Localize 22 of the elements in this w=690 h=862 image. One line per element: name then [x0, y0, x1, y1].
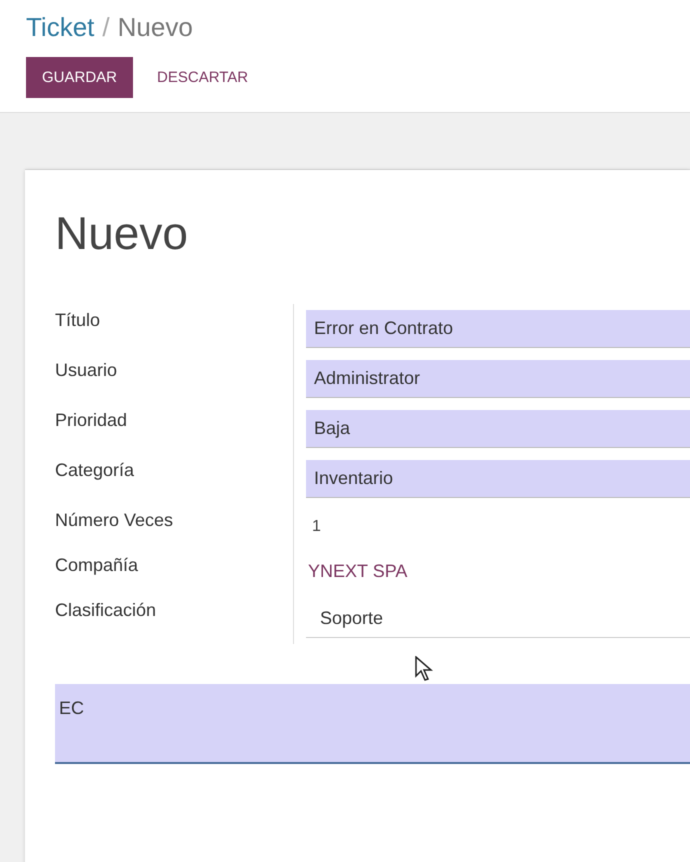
- input-field[interactable]: Baja: [306, 410, 690, 448]
- field-label: Número Veces: [55, 510, 174, 531]
- breadcrumb-separator: /: [102, 12, 110, 43]
- field-label: Prioridad: [55, 410, 128, 431]
- save-button[interactable]: GUARDAR: [26, 57, 134, 98]
- breadcrumb-current: Nuevo: [118, 12, 193, 43]
- input-field[interactable]: Inventario: [306, 460, 690, 498]
- mouse-pointer-icon: [415, 656, 433, 682]
- description-field[interactable]: EC: [55, 684, 690, 764]
- discard-button[interactable]: DESCARTAR: [141, 57, 264, 98]
- input-field[interactable]: Error en Contrato: [306, 310, 690, 348]
- field-label: Compañía: [55, 555, 138, 576]
- select-field[interactable]: Soporte: [306, 600, 690, 638]
- field-label: Categoría: [55, 460, 134, 481]
- field-label: Usuario: [55, 360, 118, 381]
- breadcrumb-link[interactable]: Ticket: [26, 12, 94, 43]
- input-field[interactable]: Administrator: [306, 360, 690, 398]
- form-title: Nuevo: [55, 206, 189, 260]
- field-value: 1: [311, 518, 321, 536]
- company-link[interactable]: YNEXT SPA: [306, 561, 408, 582]
- field-label: Clasificación: [55, 600, 156, 621]
- field-label: Título: [55, 310, 100, 331]
